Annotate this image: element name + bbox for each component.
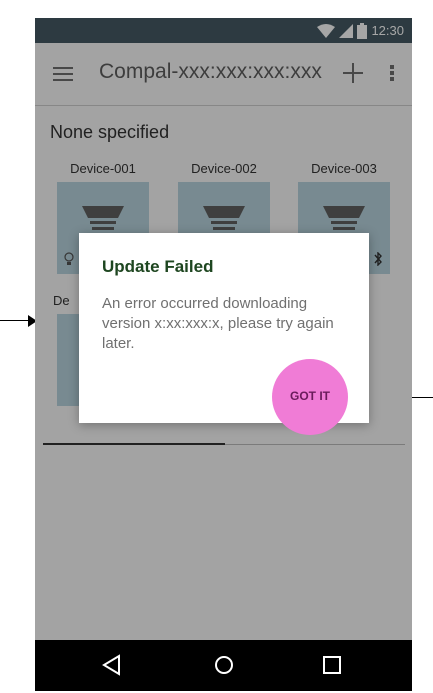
dialog-title: Update Failed [102,257,214,276]
recents-icon[interactable] [319,652,345,678]
phone-screen: 12:30 Compal-xxx:xxx:xxx:xxx None specif… [35,18,412,691]
navigation-bar [35,640,412,691]
dialog-message: An error occurred downloading version x:… [102,295,334,352]
back-icon[interactable] [99,652,125,678]
home-icon[interactable] [211,652,237,678]
update-failed-dialog: Update Failed An error occurred download… [79,233,369,435]
annotation-arrow-left-line [0,320,30,321]
canvas: 12:30 Compal-xxx:xxx:xxx:xxx None specif… [0,0,433,693]
got-it-button[interactable]: GOT IT [275,381,345,411]
